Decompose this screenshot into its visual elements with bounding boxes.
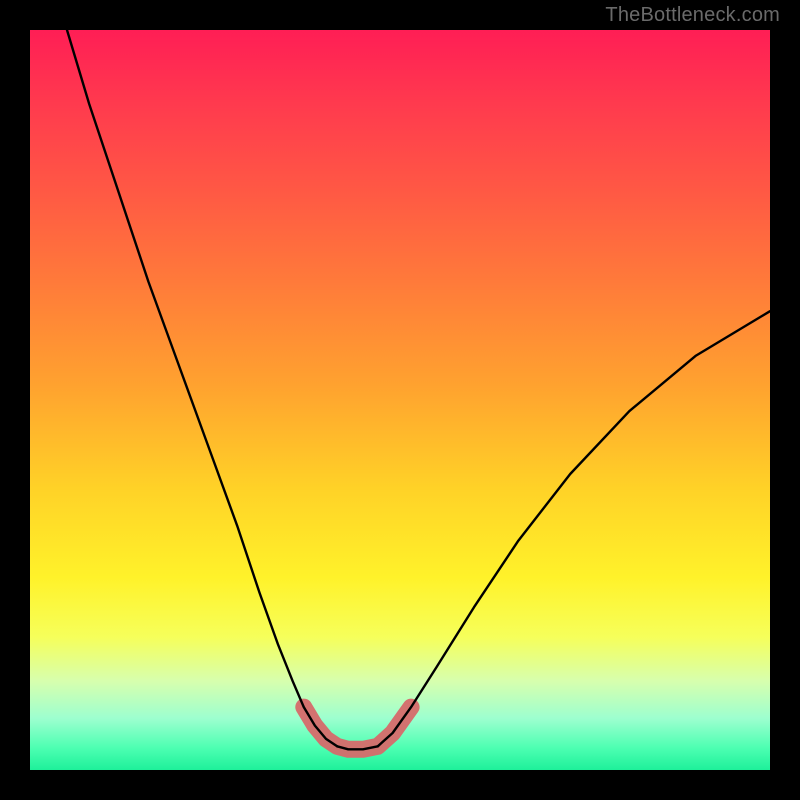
left-branch-path [67,30,337,746]
watermark-text: TheBottleneck.com [605,4,780,27]
right-branch-path [378,311,770,746]
chart-frame: TheBottleneck.com [0,0,800,800]
plot-area [30,30,770,770]
curve-layer [30,30,770,770]
